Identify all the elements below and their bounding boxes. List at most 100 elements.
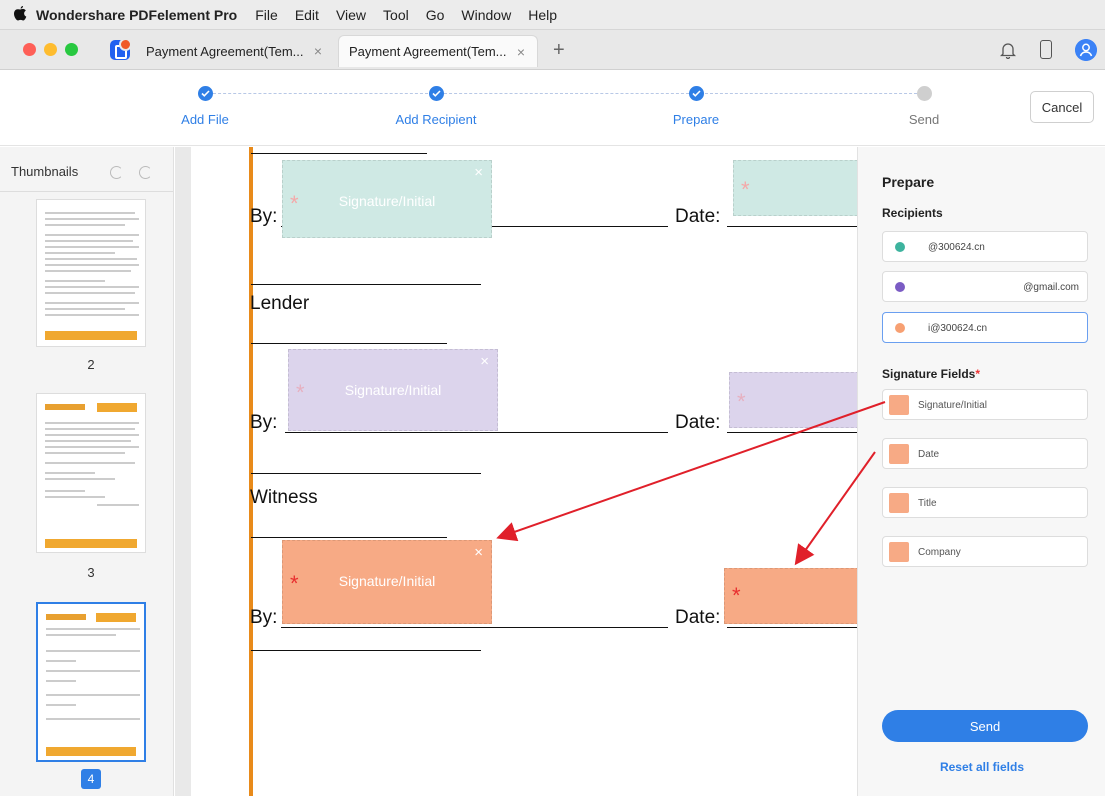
step-done-check-icon xyxy=(689,86,704,101)
mobile-device-icon[interactable] xyxy=(1040,40,1052,59)
field-option-company[interactable]: Company xyxy=(882,536,1088,567)
signature-field-recipient-1[interactable]: * Signature/Initial × xyxy=(282,160,492,238)
send-button[interactable]: Send xyxy=(882,710,1088,742)
close-window-button[interactable] xyxy=(23,43,36,56)
menu-window[interactable]: Window xyxy=(461,7,511,23)
field-option-label: Company xyxy=(918,547,961,558)
menu-go[interactable]: Go xyxy=(426,7,445,23)
field-color-swatch xyxy=(889,444,909,464)
tab-document-1[interactable]: Payment Agreement(Tem... × xyxy=(136,35,334,67)
lender-heading: Lender xyxy=(250,293,310,314)
recipients-heading: Recipients xyxy=(882,206,943,220)
recipient-item-selected[interactable]: i@300624.cn xyxy=(882,312,1088,343)
page-number-4[interactable]: 4 xyxy=(81,769,101,789)
remove-field-icon[interactable]: × xyxy=(474,544,483,561)
step-connector xyxy=(213,93,428,94)
new-tab-button[interactable]: + xyxy=(553,39,565,62)
name-line xyxy=(251,284,481,285)
recipient-item[interactable]: @300624.cn xyxy=(882,231,1088,262)
reset-all-fields-link[interactable]: Reset all fields xyxy=(858,760,1105,774)
step-done-check-icon xyxy=(198,86,213,101)
apple-icon[interactable] xyxy=(12,5,28,23)
field-option-date[interactable]: Date xyxy=(882,438,1088,469)
thumbnails-panel: Thumbnails 2 3 4 xyxy=(0,147,174,796)
step-pending-icon xyxy=(917,86,932,101)
field-option-label: Date xyxy=(918,449,940,460)
field-option-label: Signature/Initial xyxy=(918,400,987,411)
tab-title: Payment Agreement(Tem... xyxy=(146,43,304,59)
name-line xyxy=(251,650,481,651)
document-page: By: Date: Lender By: Date: Witness By: D… xyxy=(191,147,857,796)
page-thumbnail-4[interactable] xyxy=(36,602,146,762)
step-add-recipient[interactable]: Add Recipient xyxy=(396,112,477,127)
tab-document-2[interactable]: Payment Agreement(Tem... × xyxy=(338,35,538,67)
field-option-title[interactable]: Title xyxy=(882,487,1088,518)
cancel-button[interactable]: Cancel xyxy=(1030,91,1094,123)
recipient-color-dot xyxy=(895,282,905,292)
recipient-item[interactable]: @gmail.com xyxy=(882,271,1088,302)
close-tab-icon[interactable]: × xyxy=(517,44,525,60)
recipient-email: i@300624.cn xyxy=(928,323,988,334)
signature-line xyxy=(251,153,427,154)
date-label: Date: xyxy=(675,206,721,227)
signature-fields-heading: Signature Fields* xyxy=(882,367,980,381)
date-line xyxy=(727,627,857,628)
menu-bar: Wondershare PDFelement Pro File Edit Vie… xyxy=(0,0,1105,30)
bell-icon[interactable] xyxy=(1000,41,1016,59)
menu-help[interactable]: Help xyxy=(528,7,557,23)
minimize-window-button[interactable] xyxy=(44,43,57,56)
pdfelement-logo-icon xyxy=(110,38,132,60)
page-number-2: 2 xyxy=(87,357,95,372)
recipient-color-dot xyxy=(895,242,905,252)
by-label: By: xyxy=(250,607,278,628)
page-thumbnail-3[interactable] xyxy=(36,393,146,553)
rotate-left-icon[interactable] xyxy=(110,166,123,179)
zoom-window-button[interactable] xyxy=(65,43,78,56)
name-line xyxy=(251,473,481,474)
field-label: Signature/Initial xyxy=(344,382,442,398)
field-label: Signature/Initial xyxy=(338,573,436,589)
rotate-right-icon[interactable] xyxy=(139,166,152,179)
recipient-color-dot xyxy=(895,323,905,333)
field-color-swatch xyxy=(889,542,909,562)
thumbnails-title: Thumbnails xyxy=(11,164,79,179)
step-connector xyxy=(705,93,917,94)
date-field-recipient-1[interactable]: * xyxy=(733,160,857,216)
user-avatar-icon[interactable] xyxy=(1075,39,1097,61)
witness-heading: Witness xyxy=(250,487,318,508)
field-option-signature[interactable]: Signature/Initial xyxy=(882,389,1088,420)
signature-field-recipient-2[interactable]: * Signature/Initial × xyxy=(288,349,498,431)
step-done-check-icon xyxy=(429,86,444,101)
remove-field-icon[interactable]: × xyxy=(480,353,489,370)
tab-bar: Payment Agreement(Tem... × Payment Agree… xyxy=(0,30,1105,70)
step-send[interactable]: Send xyxy=(909,112,939,127)
date-field-recipient-3[interactable]: * D xyxy=(724,568,857,624)
menu-view[interactable]: View xyxy=(336,7,366,23)
prepare-panel: Prepare Recipients @300624.cn @gmail.com… xyxy=(857,147,1105,796)
page-accent-bar xyxy=(249,147,253,796)
close-tab-icon[interactable]: × xyxy=(314,43,322,59)
recipient-email: @gmail.com xyxy=(1023,282,1079,293)
signature-fields-title: Signature Fields xyxy=(882,367,976,381)
signature-line xyxy=(285,432,668,433)
menu-edit[interactable]: Edit xyxy=(295,7,319,23)
field-color-swatch xyxy=(889,395,909,415)
field-label: Signature/Initial xyxy=(338,193,436,209)
date-line xyxy=(727,226,857,227)
page-thumbnail-2[interactable] xyxy=(36,199,146,347)
by-label: By: xyxy=(250,412,278,433)
date-field-recipient-2[interactable]: * xyxy=(729,372,857,428)
step-prepare[interactable]: Prepare xyxy=(673,112,719,127)
step-add-file[interactable]: Add File xyxy=(181,112,229,127)
workflow-steps: Add File Add Recipient Prepare Send Canc… xyxy=(0,71,1105,146)
app-name-menu[interactable]: Wondershare PDFelement Pro xyxy=(36,7,237,23)
recipient-email: @300624.cn xyxy=(928,242,985,253)
required-star-icon: * xyxy=(741,177,750,202)
required-star-icon: * xyxy=(732,583,741,608)
remove-field-icon[interactable]: × xyxy=(474,164,483,181)
field-option-label: Title xyxy=(918,498,937,509)
name-line xyxy=(251,343,447,344)
menu-file[interactable]: File xyxy=(255,7,278,23)
menu-tool[interactable]: Tool xyxy=(383,7,409,23)
signature-field-recipient-3[interactable]: * Signature/Initial × xyxy=(282,540,492,624)
